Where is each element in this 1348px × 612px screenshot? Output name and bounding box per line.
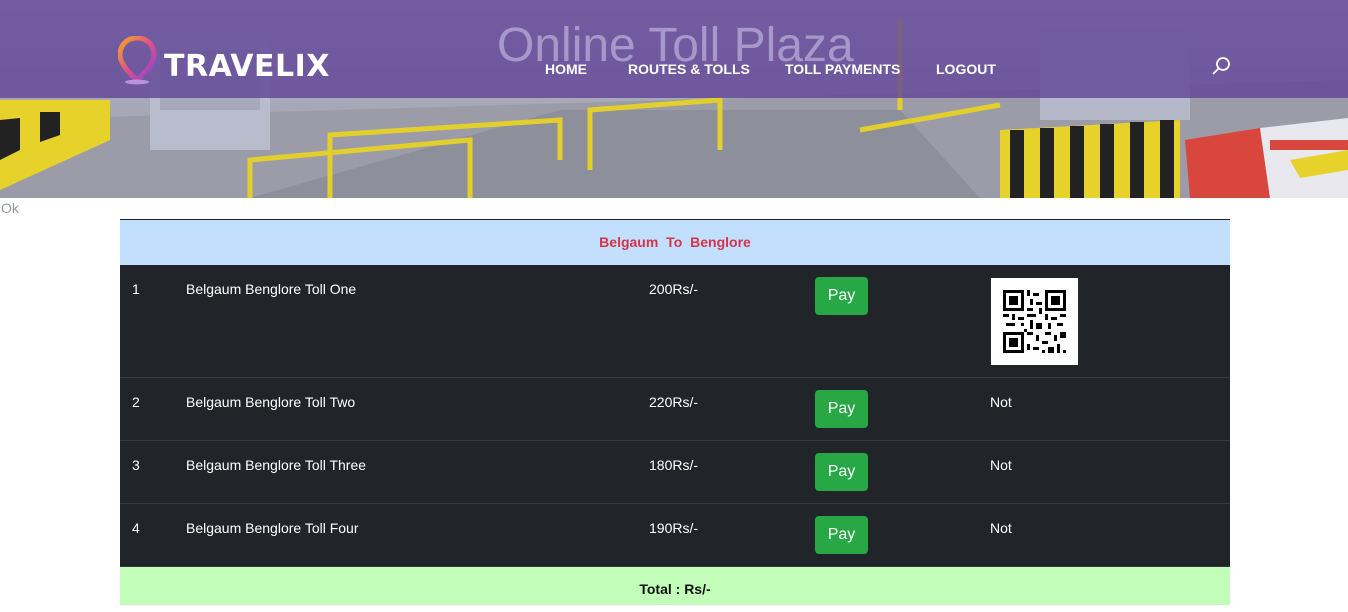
table-row: 4 Belgaum Benglore Toll Four 190Rs/- Pay… <box>120 504 1230 567</box>
toll-amount: 180Rs/- <box>649 457 699 473</box>
hero-banner: TRAVELIX Online Toll Plaza HOME ROUTES &… <box>0 0 1348 198</box>
payment-status: Not <box>990 520 1012 536</box>
location-pin-icon <box>118 36 157 85</box>
toll-number: 2 <box>132 394 140 410</box>
route-title: Belgaum To Benglore <box>120 220 1230 265</box>
pay-button[interactable]: Pay <box>815 390 868 428</box>
payment-status: Not <box>990 457 1012 473</box>
toll-amount: 220Rs/- <box>649 394 699 410</box>
toll-name: Belgaum Benglore Toll One <box>186 281 357 297</box>
toll-table: Belgaum To Benglore 1 Belgaum Benglore T… <box>120 219 1230 605</box>
table-row: 3 Belgaum Benglore Toll Three 180Rs/- Pa… <box>120 441 1230 504</box>
status-message: Ok <box>1 200 19 216</box>
nav-routes-tolls[interactable]: ROUTES & TOLLS <box>628 62 750 76</box>
table-row: 1 Belgaum Benglore Toll One 200Rs/- Pay <box>120 265 1230 378</box>
nav-home[interactable]: HOME <box>545 62 587 76</box>
payment-status: Not <box>990 394 1012 410</box>
toll-number: 4 <box>132 520 140 536</box>
nav-logout[interactable]: LOGOUT <box>936 62 996 76</box>
qr-code-image <box>991 278 1078 365</box>
toll-name: Belgaum Benglore Toll Four <box>186 520 359 536</box>
total-row: Total : Rs/- <box>120 567 1230 605</box>
brand-name: TRAVELIX <box>164 49 330 84</box>
pay-button[interactable]: Pay <box>815 453 868 491</box>
table-row: 2 Belgaum Benglore Toll Two 220Rs/- Pay … <box>120 378 1230 441</box>
toll-name: Belgaum Benglore Toll Two <box>186 394 356 410</box>
pay-button[interactable]: Pay <box>815 516 868 554</box>
pay-button[interactable]: Pay <box>815 277 868 315</box>
toll-number: 3 <box>132 457 140 473</box>
toll-amount: 190Rs/- <box>649 520 699 536</box>
toll-number: 1 <box>132 281 140 297</box>
nav-toll-payments[interactable]: TOLL PAYMENTS <box>785 62 900 76</box>
toll-amount: 200Rs/- <box>649 281 699 297</box>
toll-name: Belgaum Benglore Toll Three <box>186 457 367 473</box>
search-icon[interactable] <box>1211 56 1231 76</box>
top-navbar: TRAVELIX Online Toll Plaza HOME ROUTES &… <box>0 0 1348 98</box>
